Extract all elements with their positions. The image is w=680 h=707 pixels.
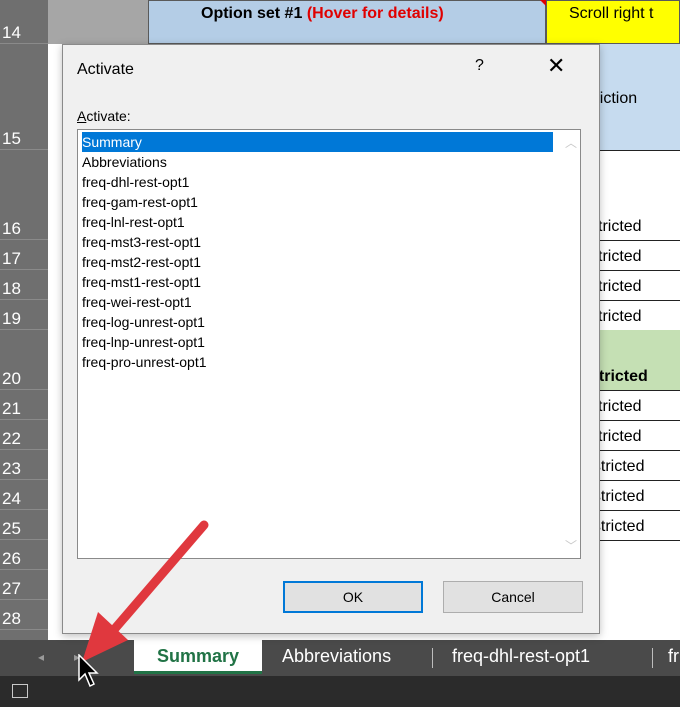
dialog-title: Activate: [77, 61, 134, 78]
scroll-up-icon[interactable]: ︿: [565, 134, 577, 151]
sheet-tab-bar: ◂ ▸ Summary Abbreviations freq-dhl-rest-…: [0, 640, 680, 676]
row-header-18[interactable]: 18: [0, 270, 48, 300]
tab-summary[interactable]: Summary: [134, 640, 262, 674]
hover-details-label: (Hover for details): [306, 5, 444, 22]
scroll-right-label: Scroll right t: [569, 5, 654, 22]
tab-truncated[interactable]: fr: [668, 640, 679, 674]
row-header-17[interactable]: 17: [0, 240, 48, 270]
list-item[interactable]: freq-lnl-rest-opt1: [82, 212, 185, 232]
option-set-cell[interactable]: Option set #1 (Hover for details): [148, 0, 546, 44]
row-header-15[interactable]: 15: [0, 44, 48, 150]
list-item[interactable]: freq-mst3-rest-opt1: [82, 232, 201, 252]
list-item[interactable]: freq-lnp-unrest-opt1: [82, 332, 205, 352]
row-header-19[interactable]: 19: [0, 300, 48, 330]
status-bar: [0, 676, 680, 707]
list-item[interactable]: freq-gam-rest-opt1: [82, 192, 198, 212]
list-item[interactable]: freq-mst1-rest-opt1: [82, 272, 201, 292]
macro-record-icon[interactable]: [12, 684, 28, 698]
spreadsheet: 14 15 16 17 18 19 20 21 22 23 24 25 26 2…: [0, 0, 680, 707]
row-header-25[interactable]: 25: [0, 510, 48, 540]
tab-abbreviations[interactable]: Abbreviations: [282, 640, 391, 674]
row-header-27[interactable]: 27: [0, 570, 48, 600]
list-item[interactable]: freq-pro-unrest-opt1: [82, 352, 207, 372]
gray-header-cell[interactable]: [48, 0, 149, 44]
row-headers: 14 15 16 17 18 19 20 21 22 23 24 25 26 2…: [0, 0, 48, 640]
help-icon[interactable]: ?: [475, 57, 484, 75]
row-header-14[interactable]: 14: [0, 0, 48, 44]
option-set-label: Option set #1: [201, 5, 303, 22]
tab-separator: [432, 648, 433, 668]
list-item[interactable]: freq-mst2-rest-opt1: [82, 252, 201, 272]
tab-freq-dhl-rest-opt1[interactable]: freq-dhl-rest-opt1: [452, 640, 590, 674]
list-item[interactable]: freq-dhl-rest-opt1: [82, 172, 189, 192]
activate-dialog: Activate ? ✕ Activate: Summary Abbreviat…: [62, 44, 600, 634]
row-header-26[interactable]: 26: [0, 540, 48, 570]
list-item[interactable]: freq-log-unrest-opt1: [82, 312, 205, 332]
cancel-button[interactable]: Cancel: [443, 581, 583, 613]
listbox-scrollbar[interactable]: ︿ ﹀: [562, 130, 580, 558]
tab-separator: [652, 648, 653, 668]
list-item[interactable]: Summary: [82, 132, 553, 152]
activate-label: Activate:: [77, 108, 131, 124]
scroll-tabs-left-icon[interactable]: ◂: [38, 650, 44, 664]
row-header-28[interactable]: 28: [0, 600, 48, 630]
row-header-21[interactable]: 21: [0, 390, 48, 420]
row-header-23[interactable]: 23: [0, 450, 48, 480]
row-header-20[interactable]: 20: [0, 330, 48, 390]
row-header-16[interactable]: 16: [0, 150, 48, 240]
ok-button[interactable]: OK: [283, 581, 423, 613]
list-item[interactable]: Abbreviations: [82, 152, 167, 172]
sheet-listbox[interactable]: Summary Abbreviations freq-dhl-rest-opt1…: [77, 129, 581, 559]
close-icon[interactable]: ✕: [547, 55, 565, 77]
row-header-22[interactable]: 22: [0, 420, 48, 450]
scroll-right-cell[interactable]: Scroll right t: [546, 0, 680, 44]
row-header-24[interactable]: 24: [0, 480, 48, 510]
mouse-cursor-icon: [78, 654, 99, 688]
list-item[interactable]: freq-wei-rest-opt1: [82, 292, 192, 312]
scroll-down-icon[interactable]: ﹀: [565, 537, 577, 554]
